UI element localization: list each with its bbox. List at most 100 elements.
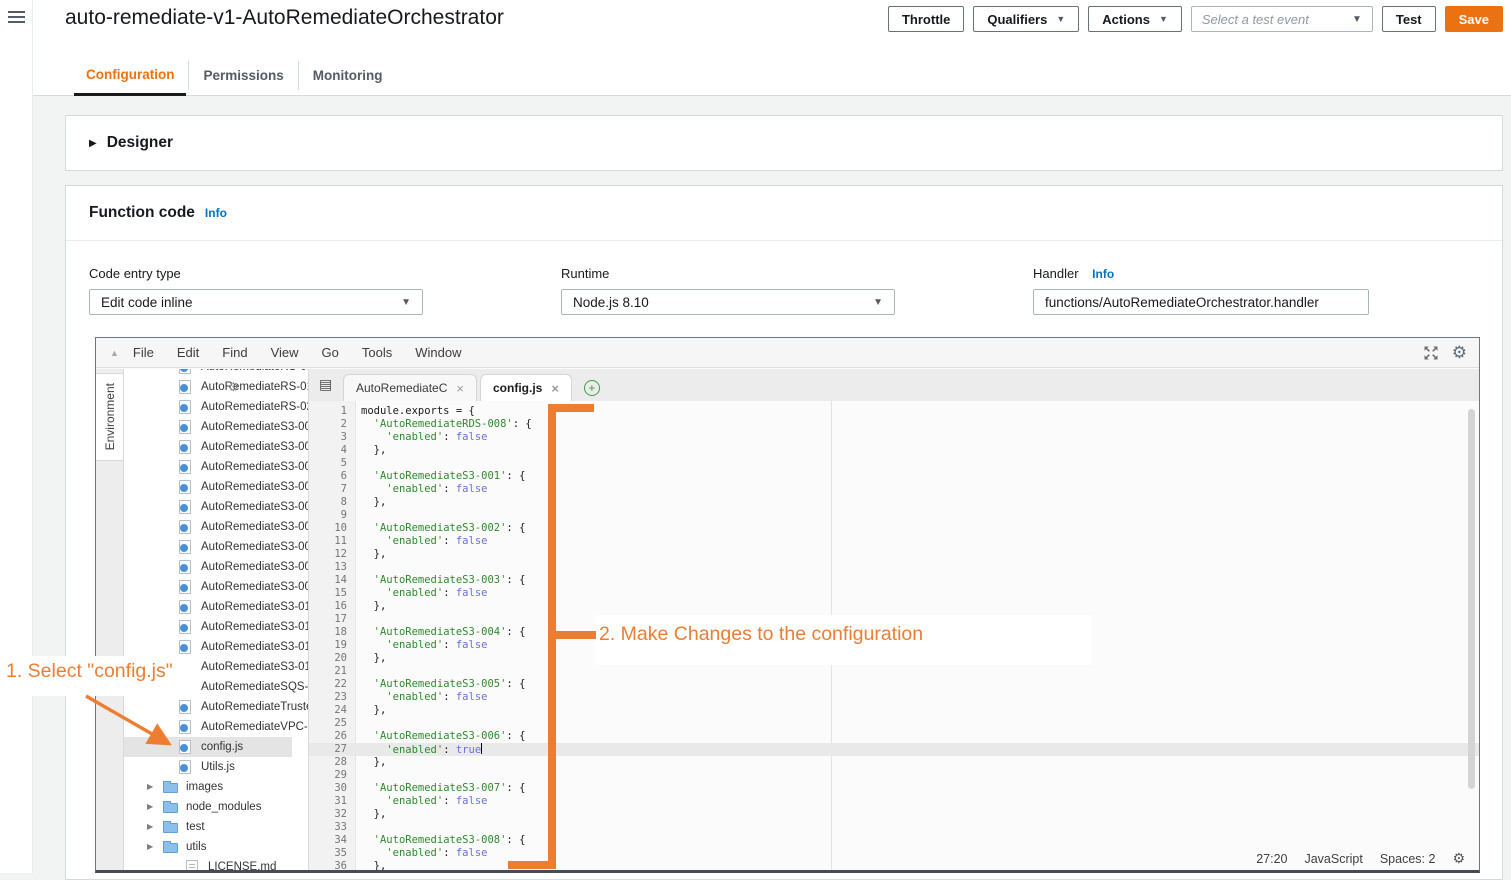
throttle-button[interactable]: Throttle <box>888 6 964 32</box>
cursor-position[interactable]: 27:20 <box>1256 852 1287 866</box>
tree-item-autoremediates3-00[interactable]: AutoRemediateS3-00 <box>124 537 292 557</box>
tree-item-autoremediates3-01[interactable]: AutoRemediateS3-01 <box>124 637 292 657</box>
editor-tab-configjs[interactable]: config.js × <box>480 374 572 401</box>
editor-tab-autoremediatec[interactable]: AutoRemediateC × <box>343 374 477 401</box>
tree-item-autoremediates3-00[interactable]: AutoRemediateS3-00 <box>124 517 292 537</box>
tree-item-autoremediates3-00[interactable]: AutoRemediateS3-00 <box>124 497 292 517</box>
editor-menu-window[interactable]: Window <box>415 345 461 360</box>
editor-menu-file[interactable]: File <box>133 345 154 360</box>
code-line[interactable] <box>361 613 532 626</box>
close-tab-icon[interactable]: × <box>456 381 464 396</box>
code-line[interactable]: 'AutoRemediateRDS-008': { <box>361 418 532 431</box>
test-event-select[interactable]: Select a test event ▼ <box>1191 6 1373 32</box>
tree-item-utils.js[interactable]: Utils.js <box>124 757 292 777</box>
save-button[interactable]: Save <box>1445 6 1503 32</box>
code-line[interactable]: }, <box>361 808 532 821</box>
editor-menu-tools[interactable]: Tools <box>362 345 392 360</box>
code-line[interactable]: }, <box>361 600 532 613</box>
code-line[interactable]: 'enabled': true <box>361 743 532 756</box>
code-line[interactable]: }, <box>361 704 532 717</box>
tree-item-autoremediates3-00[interactable]: AutoRemediateS3-00 <box>124 437 292 457</box>
tree-item-autoremediates3-00[interactable]: AutoRemediateS3-00 <box>124 457 292 477</box>
code-line[interactable]: 'enabled': false <box>361 431 532 444</box>
tree-item-node-modules[interactable]: ▶node_modules <box>124 797 292 817</box>
tree-item-test[interactable]: ▶test <box>124 817 292 837</box>
tab-permissions[interactable]: Permissions <box>191 55 295 96</box>
status-settings-gear-icon[interactable]: ⚙ <box>1452 851 1465 867</box>
code-line[interactable] <box>361 769 532 782</box>
fullscreen-icon[interactable] <box>1423 345 1439 361</box>
code-line[interactable]: 'AutoRemediateS3-007': { <box>361 782 532 795</box>
hamburger-menu-icon[interactable] <box>8 11 25 13</box>
designer-panel[interactable]: ▶ Designer <box>65 115 1503 171</box>
close-tab-icon[interactable]: × <box>551 381 559 396</box>
code-line[interactable]: 'enabled': false <box>361 535 532 548</box>
code-line[interactable]: 'AutoRemediateS3-005': { <box>361 678 532 691</box>
editor-settings-gear-icon[interactable]: ⚙ <box>1452 343 1467 363</box>
code-line[interactable]: 'AutoRemediateS3-001': { <box>361 470 532 483</box>
tree-item-autoremediaters-02[interactable]: AutoRemediateRS-02 <box>124 397 292 417</box>
tree-item-autoremediates3-00[interactable]: AutoRemediateS3-00 <box>124 477 292 497</box>
test-button[interactable]: Test <box>1382 6 1436 32</box>
code-scrollbar-thumb[interactable] <box>1468 409 1475 789</box>
folder-expand-icon[interactable]: ▶ <box>147 817 153 837</box>
code-line[interactable] <box>361 665 532 678</box>
code-entry-type-select[interactable]: Edit code inline ▼ <box>89 289 423 315</box>
tree-item-autoremediatevpc-0[interactable]: AutoRemediateVPC-0 <box>124 717 292 737</box>
tree-item-autoremediatetruste[interactable]: AutoRemediateTruste <box>124 697 292 717</box>
editor-menu-view[interactable]: View <box>271 345 299 360</box>
tree-item-autoremediaters-00[interactable]: AutoRemediateRS-00 <box>124 369 292 377</box>
code-line[interactable]: }, <box>361 652 532 665</box>
code-line[interactable]: 'enabled': false <box>361 639 532 652</box>
code-line[interactable]: 'enabled': false <box>361 795 532 808</box>
tree-item-autoremediates3-00[interactable]: AutoRemediateS3-00 <box>124 577 292 597</box>
collapse-editor-icon[interactable]: ▲ <box>110 348 119 358</box>
code-line[interactable] <box>361 509 532 522</box>
code-line[interactable]: 'AutoRemediateS3-006': { <box>361 730 532 743</box>
code-line[interactable]: }, <box>361 444 532 457</box>
tree-item-autoremediates3-01[interactable]: AutoRemediateS3-01 <box>124 597 292 617</box>
code-line[interactable]: 'enabled': false <box>361 587 532 600</box>
tree-item-autoremediates3-00[interactable]: AutoRemediateS3-00 <box>124 557 292 577</box>
code-line[interactable]: module.exports = { <box>361 405 532 418</box>
editor-menu-edit[interactable]: Edit <box>177 345 199 360</box>
code-line[interactable]: }, <box>361 496 532 509</box>
tab-monitoring[interactable]: Monitoring <box>301 55 395 96</box>
code-line[interactable] <box>361 717 532 730</box>
code-line[interactable]: }, <box>361 756 532 769</box>
code-line[interactable]: 'enabled': false <box>361 483 532 496</box>
tree-item-autoremediates3-00[interactable]: AutoRemediateS3-00 <box>124 417 292 437</box>
tree-item-images[interactable]: ▶images <box>124 777 292 797</box>
folder-expand-icon[interactable]: ▶ <box>147 837 153 857</box>
code-line[interactable]: 'AutoRemediateS3-004': { <box>361 626 532 639</box>
code-line[interactable] <box>361 821 532 834</box>
tree-item-utils[interactable]: ▶utils <box>124 837 292 857</box>
editor-menu-go[interactable]: Go <box>322 345 339 360</box>
editor-menu-find[interactable]: Find <box>222 345 247 360</box>
tab-configuration[interactable]: Configuration <box>74 55 186 96</box>
tree-item-license.md[interactable]: LICENSE.md <box>124 857 292 870</box>
code-line[interactable]: 'enabled': false <box>361 691 532 704</box>
tree-item-autoremediates3-01[interactable]: AutoRemediateS3-01 <box>124 617 292 637</box>
code-line[interactable]: 'enabled': false <box>361 847 532 860</box>
info-link[interactable]: Info <box>1092 267 1114 281</box>
qualifiers-button[interactable]: Qualifiers▼ <box>973 6 1079 32</box>
code-line[interactable] <box>361 457 532 470</box>
code-line[interactable]: }, <box>361 860 532 870</box>
actions-button[interactable]: Actions▼ <box>1088 6 1182 32</box>
tree-item-autoremediaters-01[interactable]: AutoRemediateRS-01⚙ <box>124 377 292 397</box>
runtime-select[interactable]: Node.js 8.10 ▼ <box>561 289 895 315</box>
code-line[interactable]: 'AutoRemediateS3-003': { <box>361 574 532 587</box>
info-link[interactable]: Info <box>205 206 227 220</box>
folder-expand-icon[interactable]: ▶ <box>147 797 153 817</box>
tree-item-config.js[interactable]: config.js <box>124 737 292 757</box>
code-line[interactable]: 'AutoRemediateS3-002': { <box>361 522 532 535</box>
environment-sidebar-tab[interactable]: Environment <box>96 373 124 461</box>
folder-expand-icon[interactable]: ▶ <box>147 777 153 797</box>
handler-input[interactable]: functions/AutoRemediateOrchestrator.hand… <box>1033 289 1369 315</box>
language-mode[interactable]: JavaScript <box>1304 852 1362 866</box>
code-line[interactable] <box>361 561 532 574</box>
code-line[interactable]: 'AutoRemediateS3-008': { <box>361 834 532 847</box>
indent-setting[interactable]: Spaces: 2 <box>1380 852 1436 866</box>
tab-list-icon[interactable]: ▤ <box>319 377 332 393</box>
